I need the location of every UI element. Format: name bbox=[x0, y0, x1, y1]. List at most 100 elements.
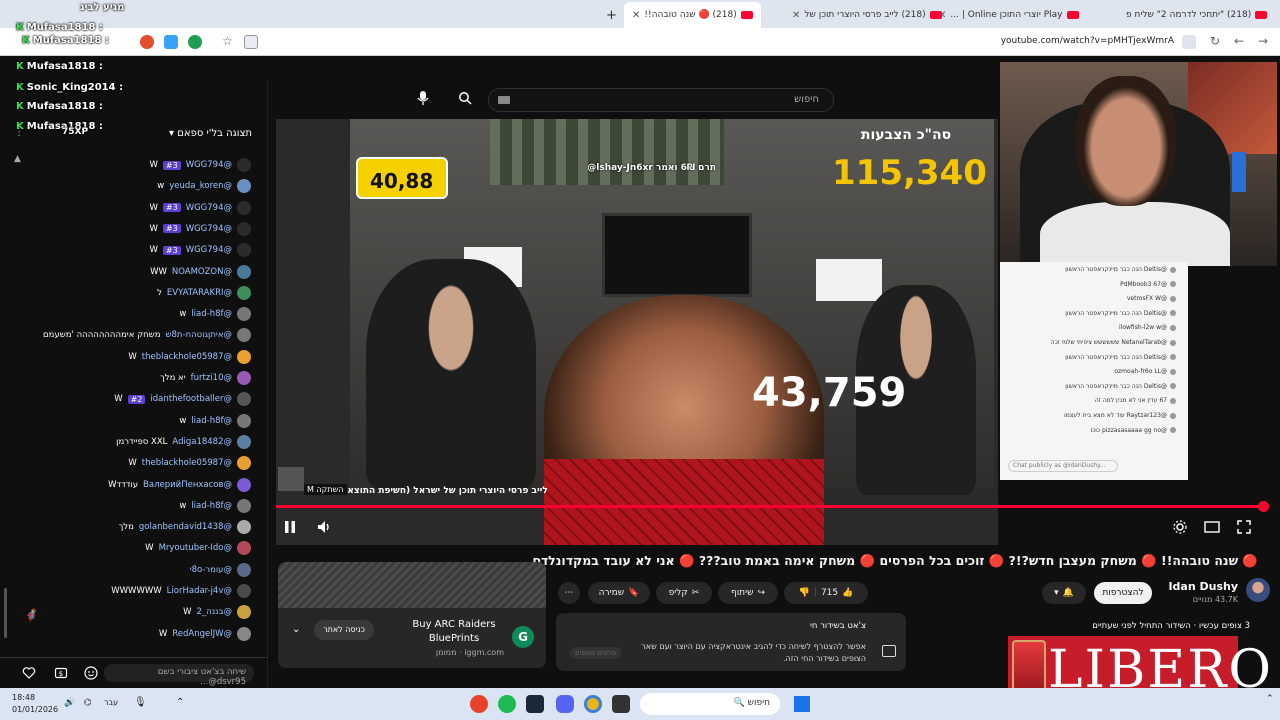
chat-scrollbar[interactable] bbox=[4, 588, 7, 638]
chat-message[interactable]: @WGG794 #3 W bbox=[149, 219, 251, 239]
super-chat-icon[interactable]: $ bbox=[54, 666, 68, 680]
chat-author[interactable]: @RedAngelJW bbox=[172, 629, 232, 639]
chat-mode-select[interactable]: תצוגה בל'י ספאם ▾ bbox=[169, 128, 252, 139]
avatar[interactable] bbox=[237, 264, 251, 279]
chat-message[interactable]: @liad-h8f w bbox=[179, 411, 251, 431]
chat-message[interactable]: @EVYATARAKRI ל bbox=[157, 283, 251, 303]
avatar[interactable] bbox=[237, 413, 251, 428]
browser-tab[interactable]: (218) לייב פרסי היוצרי תוכן של ✕ bbox=[784, 4, 950, 26]
chat-message[interactable]: @RedAngelJW W bbox=[159, 624, 251, 644]
avatar[interactable] bbox=[237, 200, 251, 215]
close-icon[interactable]: ✕ bbox=[632, 10, 640, 21]
new-tab-button[interactable]: + bbox=[598, 4, 625, 26]
chat-message[interactable]: @theblackhole05987 W bbox=[128, 453, 251, 473]
chat-author[interactable]: @WGG794 bbox=[186, 245, 232, 255]
avatar[interactable] bbox=[237, 498, 251, 513]
notifications-button[interactable]: 🔔 ▾ bbox=[1042, 582, 1086, 604]
avatar[interactable] bbox=[237, 562, 251, 577]
chat-message[interactable]: @furtzi10 יא מלך bbox=[160, 368, 251, 388]
chat-author[interactable]: @golanbendavid1438 bbox=[139, 522, 232, 532]
channel-name[interactable]: Idan Dushy bbox=[1168, 580, 1238, 593]
chevron-up-icon[interactable]: ⌃ bbox=[1266, 694, 1274, 704]
chat-message[interactable]: @liad-h8f w bbox=[179, 304, 251, 324]
discord-icon[interactable] bbox=[556, 695, 574, 713]
browser-tab-active[interactable]: (218) 🔴 שנה טובהה!! ✕ bbox=[624, 2, 761, 28]
avatar[interactable] bbox=[237, 541, 251, 556]
taskbar-clock[interactable]: 18:48 01/01/2026 bbox=[12, 692, 58, 716]
app-icon[interactable] bbox=[612, 695, 630, 713]
chevron-up-icon[interactable]: ▲ bbox=[14, 154, 21, 164]
chat-author[interactable]: @WGG794 bbox=[186, 224, 232, 234]
chat-author[interactable]: @yeuda_koren bbox=[169, 181, 232, 191]
back-icon[interactable]: → bbox=[1258, 34, 1268, 48]
heart-icon[interactable] bbox=[22, 666, 36, 680]
progress-bar[interactable] bbox=[276, 505, 1266, 508]
fullscreen-icon[interactable] bbox=[1236, 519, 1252, 535]
spotify-icon[interactable] bbox=[498, 695, 516, 713]
volume-icon[interactable] bbox=[316, 519, 332, 535]
chat-author[interactable]: @EVYATARAKRI bbox=[167, 288, 232, 298]
chat-author[interactable]: @liad-h8f bbox=[191, 309, 232, 319]
chat-author[interactable]: @theblackhole05987 bbox=[142, 352, 232, 362]
avatar[interactable] bbox=[237, 584, 251, 598]
chat-message[interactable]: @בננה_2 W bbox=[183, 602, 251, 622]
chat-message[interactable]: @Adiga18482 XXL ספיידרמן bbox=[116, 432, 251, 452]
chat-author[interactable]: @theblackhole05987 bbox=[142, 458, 232, 468]
save-button[interactable]: 🔖 שמירה bbox=[588, 582, 650, 604]
chat-message[interactable]: @Mryoutuber-Ido W bbox=[145, 538, 251, 558]
chat-author[interactable]: @Mryoutuber-Ido bbox=[159, 543, 232, 553]
taskbar-search[interactable]: חיפוש 🔍 bbox=[640, 693, 780, 715]
chat-author[interactable]: @NOAMOZON bbox=[172, 267, 232, 277]
keyboard-icon[interactable] bbox=[498, 96, 510, 104]
avatar[interactable] bbox=[237, 520, 251, 535]
dislike-icon[interactable]: 👎 bbox=[799, 588, 810, 598]
theater-mode-icon[interactable] bbox=[1204, 519, 1220, 535]
chat-author[interactable]: @LiorHadar-j4v bbox=[167, 586, 232, 596]
extension-icon[interactable] bbox=[244, 35, 258, 49]
pause-icon[interactable] bbox=[282, 519, 298, 535]
forward-icon[interactable]: ← bbox=[1234, 34, 1244, 48]
search-input[interactable]: חיפוש bbox=[488, 88, 834, 112]
extension-icon[interactable] bbox=[188, 35, 202, 49]
chat-message[interactable]: @idanthefootballer #2 W bbox=[114, 389, 251, 409]
avatar[interactable] bbox=[237, 477, 251, 492]
language-indicator[interactable]: עבר bbox=[104, 698, 118, 707]
chat-author[interactable]: @איתןגוטהח-ת8ש bbox=[165, 330, 232, 340]
chat-message[interactable]: @עומר-8oי bbox=[185, 560, 251, 580]
chat-message[interactable]: @WGG794 #3 W bbox=[149, 198, 251, 218]
extension-icon[interactable] bbox=[140, 35, 154, 49]
chat-message[interactable]: @WGG794 #3 W bbox=[149, 240, 251, 260]
chat-author[interactable]: @liad-h8f bbox=[191, 416, 232, 426]
browser-tab[interactable]: (218) "יתחכי לדרמה 2" שליח פ bbox=[1118, 4, 1275, 26]
chat-author[interactable]: @ВалерийПенхасов bbox=[143, 480, 232, 490]
avatar[interactable] bbox=[237, 456, 251, 471]
chat-message[interactable]: @NOAMOZON WW bbox=[150, 262, 251, 282]
join-button[interactable]: להצטרפות bbox=[1094, 582, 1152, 604]
avatar[interactable] bbox=[237, 285, 251, 300]
steam-icon[interactable] bbox=[526, 695, 544, 713]
visit-site-button[interactable]: כניסה לאתר bbox=[314, 620, 374, 640]
more-actions-button[interactable]: ⋯ bbox=[558, 582, 580, 604]
chat-message[interactable]: @WGG794 #3 W bbox=[149, 155, 251, 175]
chat-author[interactable]: @WGG794 bbox=[186, 203, 232, 213]
like-icon[interactable]: 👍 bbox=[842, 588, 853, 598]
chat-author[interactable]: @idanthefootballer bbox=[150, 394, 232, 404]
mic-icon[interactable]: 🎙 bbox=[134, 697, 147, 708]
channel-avatar[interactable] bbox=[1246, 578, 1270, 602]
chat-message[interactable]: @ВалерийПенхасов עודדדW bbox=[108, 475, 251, 495]
settings-gear-icon[interactable] bbox=[1172, 519, 1188, 535]
chevron-down-icon[interactable]: ⌄ bbox=[292, 624, 300, 635]
site-settings-icon[interactable] bbox=[1182, 35, 1196, 49]
chat-author[interactable]: @WGG794 bbox=[186, 160, 232, 170]
extension-icon[interactable] bbox=[164, 35, 178, 49]
sponsored-ad-card[interactable]: G Buy ARC Raiders BluePrints iggm.com · … bbox=[278, 562, 546, 668]
reload-icon[interactable]: ↻ bbox=[1210, 34, 1220, 48]
avatar[interactable] bbox=[237, 434, 251, 449]
windows-start-icon[interactable] bbox=[794, 696, 810, 712]
mic-icon[interactable] bbox=[416, 90, 430, 106]
avatar[interactable] bbox=[237, 605, 251, 620]
progress-scrubber[interactable] bbox=[1258, 501, 1269, 512]
speaker-icon[interactable]: 🔊 bbox=[64, 698, 75, 708]
close-icon[interactable]: ✕ bbox=[792, 10, 800, 21]
avatar[interactable] bbox=[237, 328, 251, 343]
